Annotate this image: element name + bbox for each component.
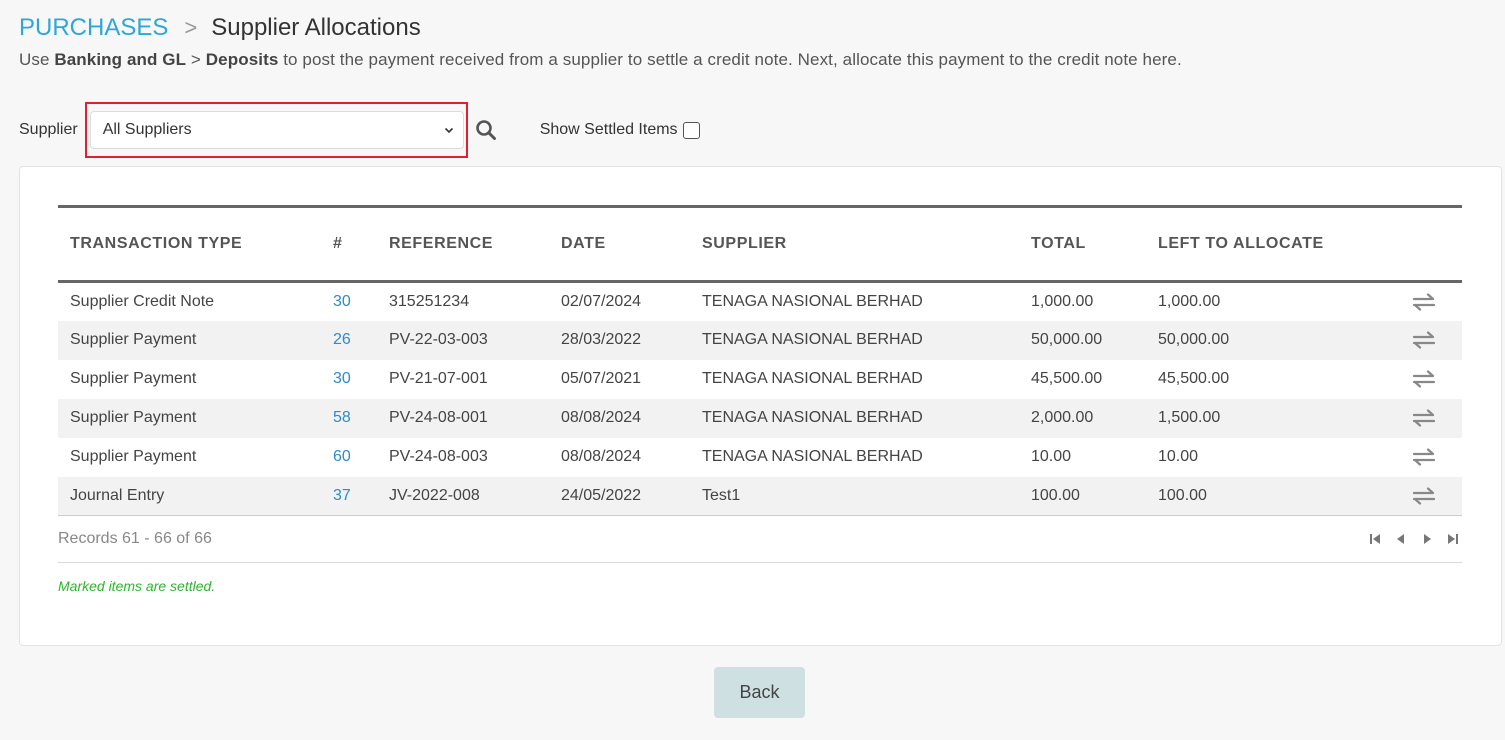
cell-date: 24/05/2022 [561, 486, 642, 504]
description-banking-gl: Banking and GL [54, 50, 187, 69]
allocations-table: TRANSACTION TYPE # REFERENCE DATE SUPPLI… [58, 205, 1462, 516]
transaction-number-link[interactable]: 60 [333, 448, 351, 465]
cell-supplier: TENAGA NASIONAL BERHAD [702, 292, 923, 310]
header-number[interactable]: # [321, 207, 377, 282]
cell-total: 100.00 [1031, 486, 1080, 504]
last-page-icon[interactable] [1446, 532, 1460, 546]
cell-reference: JV-2022-008 [389, 486, 480, 504]
page-title: Supplier Allocations [211, 14, 421, 41]
transaction-number-link[interactable]: 30 [333, 370, 351, 387]
allocations-table-wrap: TRANSACTION TYPE # REFERENCE DATE SUPPLI… [58, 205, 1462, 516]
header-date[interactable]: DATE [549, 207, 690, 282]
description-deposits: Deposits [205, 50, 279, 69]
cell-reference: PV-24-08-003 [389, 448, 488, 465]
cell-left-to-allocate: 10.00 [1158, 448, 1199, 465]
settled-note: Marked items are settled. [58, 578, 216, 594]
transaction-number-link[interactable]: 37 [333, 487, 351, 504]
table-header-row: TRANSACTION TYPE # REFERENCE DATE SUPPLI… [58, 206, 1462, 282]
show-settled-checkbox[interactable] [682, 121, 700, 139]
filter-bar: Supplier All Suppliers Show Settled Item… [19, 102, 700, 158]
allocate-arrows-icon[interactable] [1412, 487, 1436, 505]
search-icon[interactable] [475, 119, 497, 141]
header-actions [1378, 207, 1462, 282]
cell-total: 50,000.00 [1031, 331, 1103, 348]
allocate-arrows-icon[interactable] [1412, 293, 1436, 311]
cell-transaction-type: Supplier Payment [70, 409, 197, 426]
prev-page-icon[interactable] [1394, 532, 1408, 546]
transaction-number-link[interactable]: 26 [333, 331, 351, 348]
cell-reference: PV-22-03-003 [389, 331, 488, 348]
cell-date: 08/08/2024 [561, 409, 642, 426]
back-button[interactable]: Back [714, 667, 805, 718]
cell-transaction-type: Supplier Payment [70, 448, 197, 465]
header-reference[interactable]: REFERENCE [377, 207, 549, 282]
header-supplier[interactable]: SUPPLIER [690, 207, 1019, 282]
header-left-to-allocate[interactable]: LEFT TO ALLOCATE [1146, 207, 1378, 282]
header-transaction-type[interactable]: TRANSACTION TYPE [58, 207, 321, 282]
cell-reference: PV-24-08-001 [389, 409, 488, 426]
breadcrumb-purchases-link[interactable]: PURCHASES [19, 14, 168, 42]
table-row: Supplier Credit Note 30 315251234 02/07/… [58, 282, 1462, 321]
description-suffix: to post the payment received from a supp… [278, 50, 1182, 69]
cell-left-to-allocate: 50,000.00 [1158, 331, 1230, 348]
cell-supplier: TENAGA NASIONAL BERHAD [702, 409, 923, 426]
cell-supplier: TENAGA NASIONAL BERHAD [702, 370, 923, 387]
transaction-number-link[interactable]: 30 [333, 293, 351, 310]
cell-total: 10.00 [1031, 448, 1072, 465]
table-row: Journal Entry 37 JV-2022-008 24/05/2022 … [58, 476, 1462, 516]
cell-date: 28/03/2022 [561, 331, 642, 348]
transaction-number-link[interactable]: 58 [333, 409, 351, 426]
cell-transaction-type: Journal Entry [70, 486, 165, 504]
cell-total: 2,000.00 [1031, 409, 1094, 426]
cell-transaction-type: Supplier Payment [70, 370, 197, 387]
table-row: Supplier Payment 30 PV-21-07-001 05/07/2… [58, 360, 1462, 399]
cell-supplier: TENAGA NASIONAL BERHAD [702, 331, 923, 348]
supplier-select-value: All Suppliers [102, 121, 192, 138]
header-total[interactable]: TOTAL [1019, 207, 1146, 282]
cell-left-to-allocate: 1,000.00 [1158, 292, 1221, 310]
supplier-label: Supplier [19, 121, 78, 138]
table-row: Supplier Payment 58 PV-24-08-001 08/08/2… [58, 398, 1462, 438]
cell-reference: 315251234 [389, 292, 470, 310]
cell-total: 45,500.00 [1031, 370, 1103, 387]
cell-date: 02/07/2024 [561, 292, 642, 310]
pagination-bar: Records 61 - 66 of 66 [58, 515, 1462, 563]
cell-supplier: TENAGA NASIONAL BERHAD [702, 448, 923, 465]
table-row: Supplier Payment 26 PV-22-03-003 28/03/2… [58, 320, 1462, 360]
allocations-panel: TRANSACTION TYPE # REFERENCE DATE SUPPLI… [19, 166, 1502, 646]
pager [1368, 532, 1462, 546]
chevron-down-icon [444, 127, 453, 134]
next-page-icon[interactable] [1420, 532, 1434, 546]
cell-date: 08/08/2024 [561, 448, 642, 465]
show-settled-label: Show Settled Items [539, 121, 678, 138]
page-description: Use Banking and GL > Deposits to post th… [19, 50, 1182, 70]
cell-date: 05/07/2021 [561, 370, 642, 387]
records-count: Records 61 - 66 of 66 [58, 529, 212, 547]
cell-transaction-type: Supplier Payment [70, 331, 197, 348]
supplier-select-highlight: All Suppliers [84, 102, 468, 158]
description-prefix: Use [19, 50, 55, 69]
allocate-arrows-icon[interactable] [1412, 409, 1436, 427]
cell-left-to-allocate: 100.00 [1158, 486, 1207, 504]
cell-left-to-allocate: 45,500.00 [1158, 370, 1230, 387]
allocate-arrows-icon[interactable] [1412, 448, 1436, 466]
allocate-arrows-icon[interactable] [1412, 331, 1436, 349]
cell-total: 1,000.00 [1031, 292, 1094, 310]
first-page-icon[interactable] [1368, 532, 1382, 546]
description-mid: > [186, 50, 206, 69]
cell-transaction-type: Supplier Credit Note [70, 292, 215, 310]
allocate-arrows-icon[interactable] [1412, 370, 1436, 388]
cell-reference: PV-21-07-001 [389, 370, 488, 387]
breadcrumb: PURCHASES > Supplier Allocations [19, 14, 421, 42]
cell-left-to-allocate: 1,500.00 [1158, 409, 1221, 426]
cell-supplier: Test1 [702, 486, 741, 504]
table-row: Supplier Payment 60 PV-24-08-003 08/08/2… [58, 438, 1462, 477]
supplier-select[interactable]: All Suppliers [89, 111, 464, 149]
breadcrumb-separator-icon: > [184, 15, 198, 40]
